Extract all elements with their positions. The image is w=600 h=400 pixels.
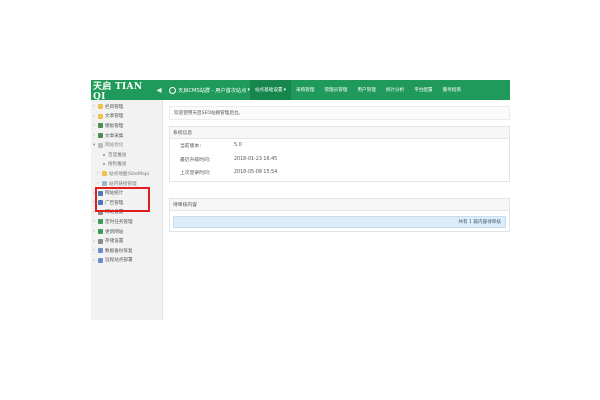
sidebar-item[interactable]: ▾ 网站优化 xyxy=(91,140,162,150)
chevron-down-icon: ▾ xyxy=(283,87,287,93)
sidebar-item[interactable]: › 数据备份恢复 xyxy=(91,246,162,256)
sidebar-item[interactable]: › 更新网站 xyxy=(91,227,162,237)
nav-users[interactable]: 用户管理 xyxy=(352,80,380,100)
menu-icon xyxy=(98,142,103,148)
pending-review-notice[interactable]: 共有 1 篇内容待审核 xyxy=(173,216,506,228)
admin-app: 天启 TIAN QI ◂ 天启CMS站群 - 用户首次站点 ▾ 站点基础设置 ▾… xyxy=(91,80,510,320)
menu-icon xyxy=(102,171,107,177)
menu-icon xyxy=(98,123,103,129)
menu-icon xyxy=(98,113,103,119)
site-label: 天启CMS站群 - 用户首次站点 xyxy=(178,87,247,94)
nav-platform[interactable]: 平台配置 xyxy=(409,80,437,100)
sidebar-item-label: 站内链接管理 xyxy=(109,181,137,187)
nav-site-settings[interactable]: 站点基础设置 ▾ xyxy=(249,80,292,100)
sidebar-item[interactable]: › 文章采集 xyxy=(91,131,162,141)
nav-service[interactable]: 服务指南 xyxy=(438,80,466,100)
info-value: 2018-05-08 15:54 xyxy=(234,170,278,176)
sidebar-item-label: 存储设置 xyxy=(105,239,124,245)
logo-text: 天启 TIAN QI xyxy=(93,81,143,102)
info-value: 5.0 xyxy=(234,143,242,149)
bullet-icon xyxy=(103,163,105,166)
menu-icon xyxy=(102,181,107,187)
sidebar-item[interactable]: › 站点地图(SiteMap) xyxy=(91,169,162,179)
highlight-box xyxy=(95,187,150,212)
menu-icon xyxy=(98,248,103,254)
sidebar-item[interactable]: › 栏目管理 xyxy=(91,102,162,112)
sidebar-item-label: 百度推送 xyxy=(108,152,127,158)
nav-purchase[interactable]: 采购管理 xyxy=(291,80,319,100)
site-switcher[interactable]: 天启CMS站群 - 用户首次站点 ▾ xyxy=(169,86,250,94)
sidebar-item-label: 数据备份恢复 xyxy=(105,248,133,254)
info-row: 上次登录时间： 2018-05-08 15:54 xyxy=(170,166,509,180)
sidebar-item-label: 栏目管理 xyxy=(105,104,124,110)
globe-icon xyxy=(169,86,176,94)
nav-label: 站点基础设置 xyxy=(254,88,283,93)
sidebar-item[interactable]: › 定时任务管理 xyxy=(91,217,162,227)
nav-stats[interactable]: 统计分析 xyxy=(381,80,409,100)
sidebar-item-label: 网站优化 xyxy=(105,143,124,149)
menu-icon xyxy=(98,257,103,263)
top-nav-bar: 天启 TIAN QI ◂ 天启CMS站群 - 用户首次站点 ▾ 站点基础设置 ▾… xyxy=(91,80,510,102)
sidebar-item-label: 远程站点部署 xyxy=(105,258,133,264)
sidebar-item[interactable]: › 文章管理 xyxy=(91,112,162,122)
sidebar-item-label: 定时任务管理 xyxy=(105,219,133,225)
menu-icon xyxy=(98,133,103,139)
menu-icon xyxy=(98,229,103,235)
sidebar-item-label: 更新网站 xyxy=(105,229,124,235)
menu-icon xyxy=(98,104,103,110)
welcome-message: 欢迎使用天启SEO站群管理后台。 xyxy=(169,106,510,120)
sidebar-item[interactable]: › 模板管理 xyxy=(91,121,162,131)
nav-label: 采购管理 xyxy=(296,88,315,93)
nav-admins[interactable]: 管理员管理 xyxy=(319,80,352,100)
sidebar-menu: › 栏目管理 › 文章管理 › 模板管理 › 文章采集 ▾ 网站优化百度推送搜狗推送 › 站点地图(S… xyxy=(91,100,162,265)
info-key: 当前版本： xyxy=(180,144,204,150)
sidebar: › 栏目管理 › 文章管理 › 模板管理 › 文章采集 ▾ 网站优化百度推送搜狗推送 › 站点地图(S… xyxy=(91,100,163,320)
nav-label: 服务指南 xyxy=(442,88,461,93)
collapse-sidebar-icon[interactable]: ◂ xyxy=(153,85,165,96)
panel-title: 待审核内容 xyxy=(170,199,509,211)
nav-label: 管理员管理 xyxy=(324,88,348,93)
panel-title: 系统信息 xyxy=(170,127,509,139)
nav-label: 用户管理 xyxy=(357,88,376,93)
menu-icon xyxy=(98,219,103,225)
pending-review-text: 共有 1 篇内容待审核 xyxy=(458,220,501,225)
sidebar-item[interactable]: › 远程站点部署 xyxy=(91,256,162,266)
menu-icon xyxy=(98,238,103,244)
nav-label: 统计分析 xyxy=(385,88,405,93)
sidebar-item[interactable]: 百度推送 xyxy=(91,150,162,160)
info-key: 上次登录时间： xyxy=(180,171,214,177)
bullet-icon xyxy=(103,153,105,156)
info-row: 最近升级时间： 2018-01-23 16:45 xyxy=(170,153,509,167)
nav-label: 平台配置 xyxy=(414,88,433,93)
sidebar-item[interactable]: › 存储设置 xyxy=(91,236,162,246)
sidebar-item[interactable]: 搜狗推送 xyxy=(91,160,162,170)
sidebar-item-label: 文章采集 xyxy=(105,133,124,139)
sidebar-item-label: 文章管理 xyxy=(105,114,124,120)
system-info-panel: 系统信息 当前版本： 5.0 最近升级时间： 2018-01-23 16:45 … xyxy=(169,126,510,182)
sidebar-item-label: 搜狗推送 xyxy=(108,162,127,168)
pending-review-panel: 待审核内容 共有 1 篇内容待审核 xyxy=(169,198,510,232)
info-row: 当前版本： 5.0 xyxy=(170,139,509,153)
logo[interactable]: 天启 TIAN QI xyxy=(91,80,153,102)
sidebar-item-label: 站点地图(SiteMap) xyxy=(109,171,150,177)
main-content: 欢迎使用天启SEO站群管理后台。 系统信息 当前版本： 5.0 最近升级时间： … xyxy=(163,100,510,320)
info-key: 最近升级时间： xyxy=(180,157,214,163)
sidebar-item-label: 模板管理 xyxy=(105,123,124,129)
info-value: 2018-01-23 16:45 xyxy=(234,156,278,162)
